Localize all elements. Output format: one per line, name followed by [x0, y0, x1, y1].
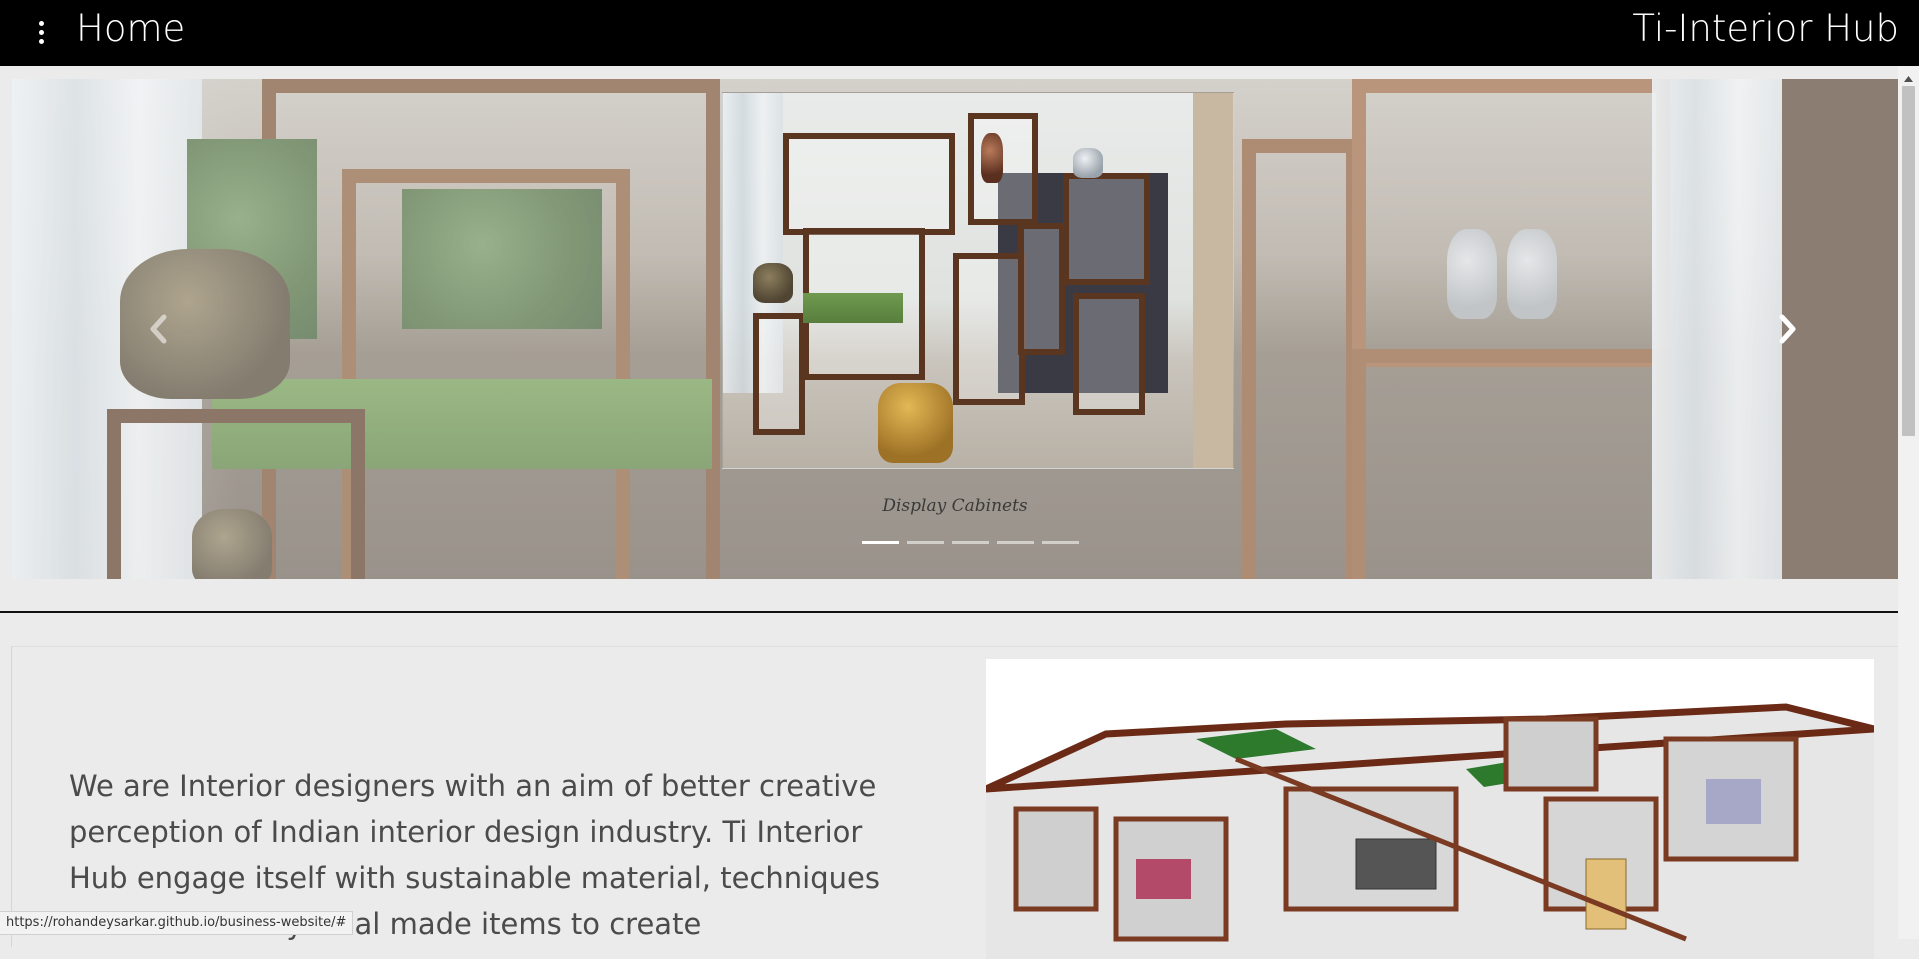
section-divider	[0, 611, 1898, 613]
carousel-indicator-1[interactable]	[862, 541, 899, 544]
scrollbar-thumb[interactable]	[1902, 86, 1915, 436]
chevron-left-icon	[150, 314, 167, 344]
carousel-indicator-4[interactable]	[997, 541, 1034, 544]
slide-image-display-cabinets	[722, 92, 1234, 469]
page-title[interactable]: Home	[76, 6, 185, 52]
top-navbar: Home Ti-Interior Hub	[0, 0, 1919, 66]
status-url-tooltip: https://rohandeysarkar.github.io/busines…	[0, 911, 354, 935]
brand-title[interactable]: Ti-Interior Hub	[1632, 6, 1899, 52]
chevron-right-icon	[1779, 314, 1796, 344]
menu-dots-icon[interactable]	[30, 14, 52, 50]
floorplan-image	[986, 659, 1874, 959]
scroll-up-arrow-icon[interactable]	[1898, 74, 1919, 84]
carousel-prev-button[interactable]	[139, 304, 179, 354]
carousel-indicator-3[interactable]	[952, 541, 989, 544]
page-scrollbar[interactable]	[1898, 66, 1919, 939]
carousel-indicator-5[interactable]	[1042, 541, 1079, 544]
slide-caption: Display Cabinets	[882, 496, 1028, 516]
floorplan-illustration	[986, 659, 1874, 959]
about-section: We are Interior designers with an aim of…	[11, 646, 1898, 959]
carousel-next-button[interactable]	[1767, 304, 1807, 354]
image-carousel: Display Cabinets	[12, 79, 1898, 579]
carousel-indicator-2[interactable]	[907, 541, 944, 544]
carousel-indicators	[862, 541, 1079, 544]
